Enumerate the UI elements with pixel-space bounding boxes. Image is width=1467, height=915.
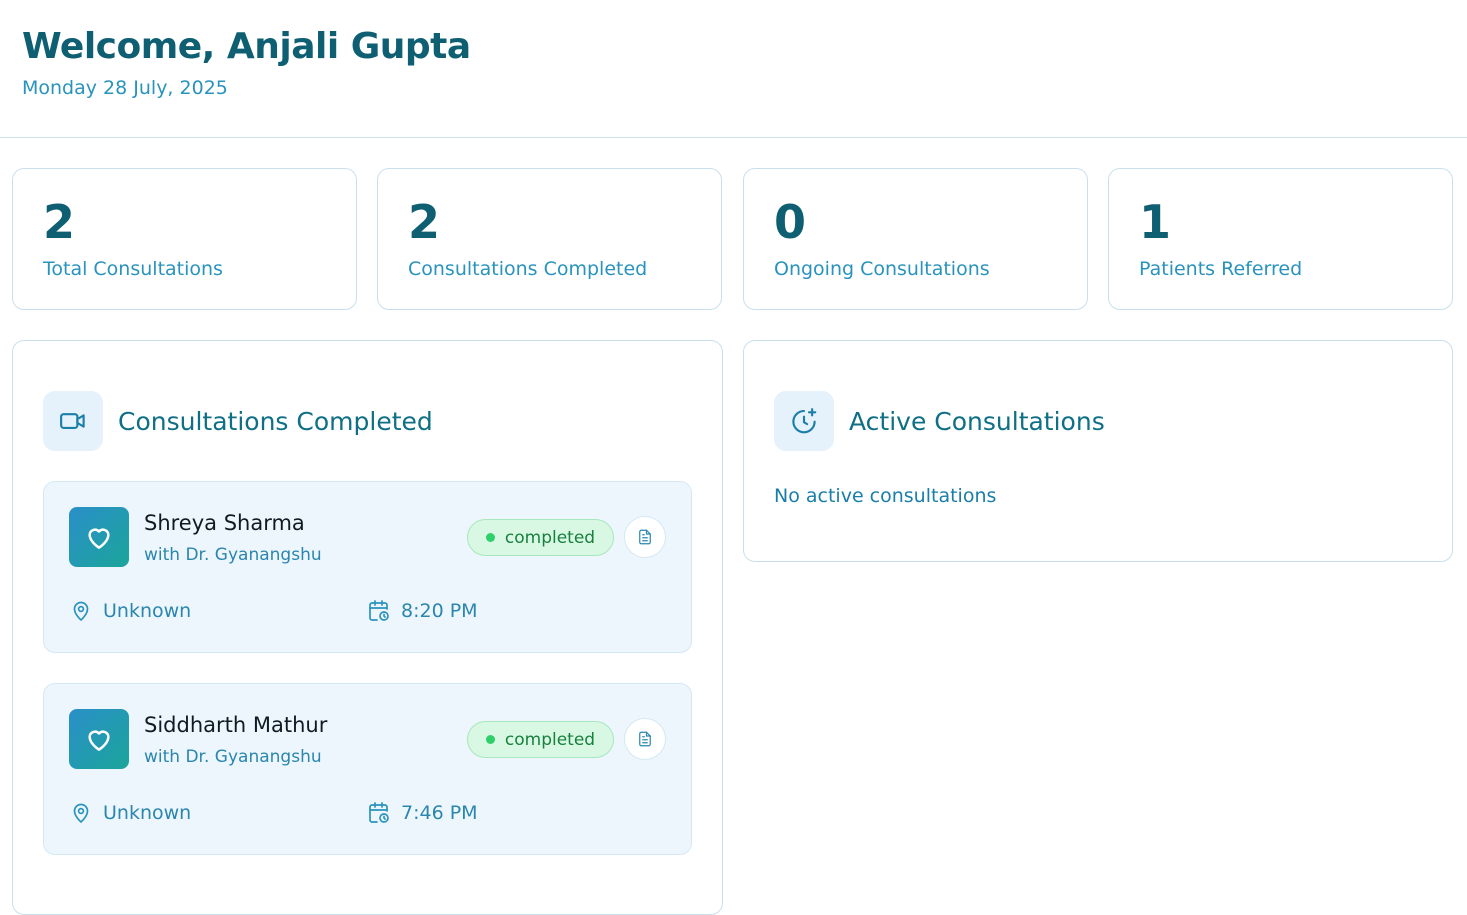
status-text: completed — [504, 527, 596, 548]
stat-card-total: 2 Total Consultations — [12, 168, 357, 310]
clock-plus-icon — [774, 391, 834, 451]
welcome-title: Welcome, Anjali Gupta — [22, 26, 471, 67]
stat-card-referred: 1 Patients Referred — [1108, 168, 1453, 310]
doctor-name: with Dr. Gyanangshu — [144, 545, 322, 565]
stat-card-completed: 2 Consultations Completed — [377, 168, 722, 310]
patient-name: Siddharth Mathur — [144, 713, 328, 737]
page-header: Welcome, Anjali Gupta Monday 28 July, 20… — [0, 0, 1467, 138]
doctor-name: with Dr. Gyanangshu — [144, 747, 322, 767]
status-dot — [485, 533, 495, 542]
patient-name: Shreya Sharma — [144, 511, 305, 535]
map-pin-icon — [73, 803, 89, 823]
active-consultations-panel: Active Consultations No active consultat… — [743, 340, 1453, 562]
stat-label: Consultations Completed — [408, 258, 648, 280]
panel-title: Consultations Completed — [118, 407, 433, 436]
status-text: completed — [504, 729, 596, 750]
location-info: Unknown — [69, 599, 191, 623]
document-button[interactable] — [624, 718, 666, 760]
heart-icon — [69, 709, 129, 769]
panel-title: Active Consultations — [849, 407, 1105, 436]
completed-consultations-panel: Consultations Completed Shreya Sharma wi… — [12, 340, 723, 915]
stat-value: 0 — [774, 195, 807, 249]
status-dot — [485, 735, 495, 744]
stat-card-ongoing: 0 Ongoing Consultations — [743, 168, 1088, 310]
empty-state-text: No active consultations — [774, 485, 997, 507]
time-text: 7:46 PM — [401, 802, 478, 824]
stat-value: 2 — [43, 195, 76, 249]
consultation-card[interactable]: Shreya Sharma with Dr. Gyanangshu comple… — [43, 481, 692, 653]
time-text: 8:20 PM — [401, 600, 478, 622]
location-text: Unknown — [103, 802, 192, 824]
time-info: 8:20 PM — [367, 599, 478, 623]
calendar-clock-icon — [369, 802, 389, 823]
video-camera-icon — [43, 391, 103, 451]
location-info: Unknown — [69, 801, 191, 825]
current-date: Monday 28 July, 2025 — [22, 77, 228, 99]
status-badge: completed — [467, 721, 614, 758]
location-text: Unknown — [103, 600, 192, 622]
document-icon — [639, 529, 651, 545]
heart-icon — [69, 507, 129, 567]
time-info: 7:46 PM — [367, 801, 478, 825]
document-button[interactable] — [624, 516, 666, 558]
status-badge: completed — [467, 519, 614, 556]
map-pin-icon — [73, 601, 89, 621]
consultation-card[interactable]: Siddharth Mathur with Dr. Gyanangshu com… — [43, 683, 692, 855]
calendar-clock-icon — [369, 600, 389, 621]
stat-label: Total Consultations — [43, 258, 223, 280]
stat-label: Ongoing Consultations — [774, 258, 990, 280]
document-icon — [639, 731, 651, 747]
stat-value: 2 — [408, 195, 441, 249]
stat-label: Patients Referred — [1139, 258, 1303, 280]
stat-value: 1 — [1139, 195, 1172, 249]
